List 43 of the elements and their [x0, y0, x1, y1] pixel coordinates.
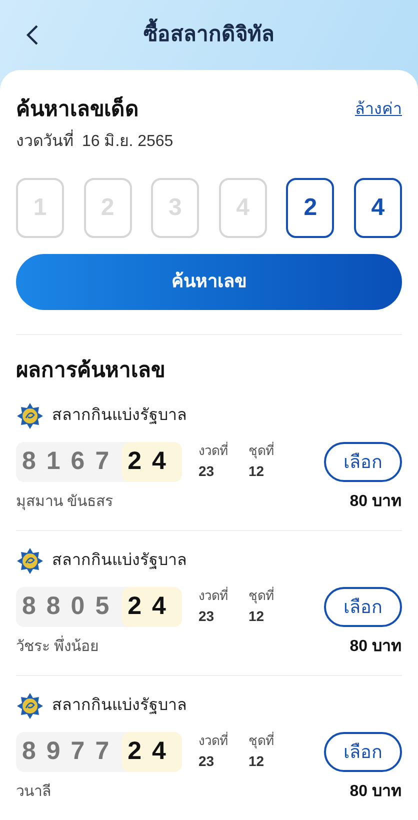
select-button[interactable]: เลือก — [324, 732, 402, 772]
draw-label: งวดที่ — [198, 443, 228, 460]
clear-link[interactable]: ล้างค่า — [355, 98, 402, 122]
emblem-icon — [16, 547, 44, 575]
price: 80 บาท — [350, 782, 402, 802]
draw-number: 23 — [198, 463, 216, 481]
draw-date-label: งวดวันที่ — [16, 130, 74, 154]
price: 80 บาท — [350, 492, 402, 512]
select-button[interactable]: เลือก — [324, 442, 402, 482]
set-number: 12 — [248, 753, 266, 771]
issuer-name: สลากกินแบ่งรัฐบาล — [52, 551, 187, 571]
draw-number: 23 — [198, 753, 216, 771]
seller-name: มุสมาน ขันธสร — [16, 492, 114, 512]
digit-field[interactable]: 2 — [286, 178, 334, 238]
price: 80 บาท — [350, 637, 402, 657]
issuer-name: สลากกินแบ่งรัฐบาล — [52, 406, 187, 426]
emblem-icon — [16, 402, 44, 430]
set-label: ชุดที่ — [248, 443, 274, 460]
seller-name: วนาลี — [16, 782, 51, 802]
draw-number: 23 — [198, 608, 216, 626]
matched-digits: 24 — [122, 732, 182, 772]
draw-label: งวดที่ — [198, 588, 228, 604]
section-title: ผลการค้นหาเลข — [16, 358, 166, 384]
number-digits: 8977 — [21, 736, 121, 768]
set-label: ชุดที่ — [248, 733, 274, 750]
digit-field[interactable]: 4 — [354, 178, 402, 238]
draw-label: งวดที่ — [198, 733, 228, 750]
set-number: 12 — [248, 608, 266, 626]
matched-digits: 24 — [122, 587, 182, 627]
set-label: ชุดที่ — [248, 588, 274, 604]
draw-date: 16 มิ.ย. 2565 — [82, 132, 174, 152]
matched-digits: 24 — [122, 442, 182, 482]
set-number: 12 — [248, 463, 266, 481]
number-digits: 8167 — [21, 446, 121, 478]
emblem-icon — [16, 692, 44, 720]
section-title: ค้นหาเลขเด็ด — [16, 95, 139, 123]
issuer-name: สลากกินแบ่งรัฐบาล — [52, 696, 187, 716]
search-button[interactable]: ค้นหาเลข — [16, 254, 402, 310]
back-icon — [25, 24, 39, 46]
page-title: ซื้อสลากดิจิทัล — [144, 19, 274, 51]
number-digits: 8805 — [21, 591, 121, 622]
select-button[interactable]: เลือก — [324, 587, 402, 627]
seller-name: วัชระ พึ่งน้อย — [16, 636, 100, 657]
